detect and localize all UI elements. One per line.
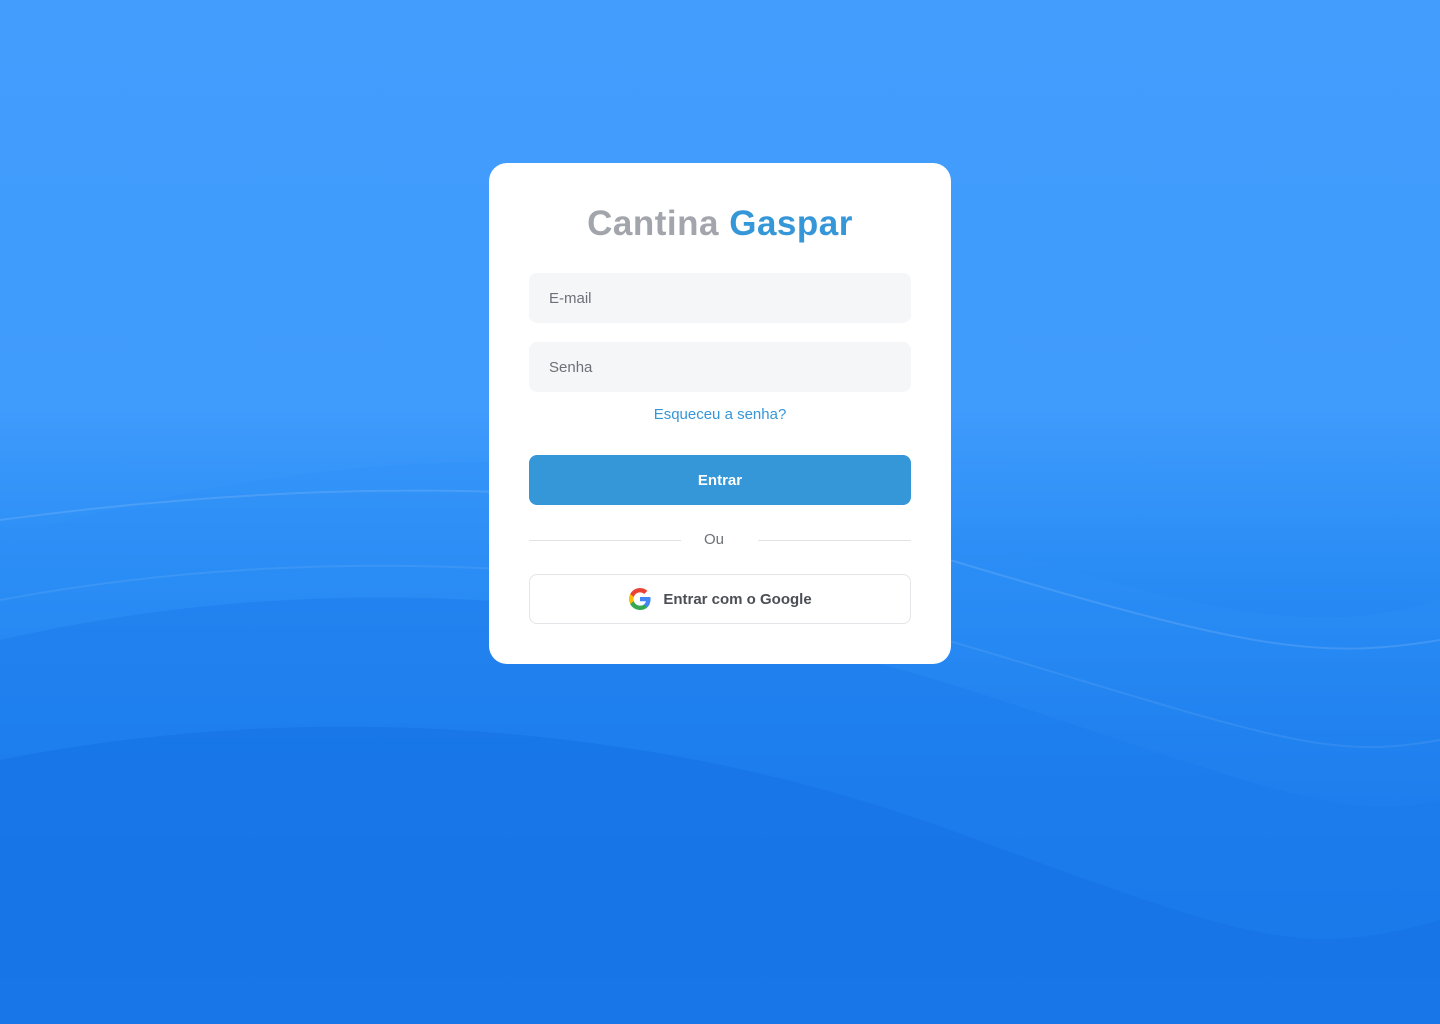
- google-icon: [628, 587, 652, 611]
- login-button[interactable]: Entrar: [529, 455, 911, 505]
- login-card: Cantina Gaspar Esqueceu a senha? Entrar …: [489, 163, 951, 664]
- divider-line-right: [758, 540, 911, 541]
- email-input[interactable]: [529, 273, 911, 323]
- password-input[interactable]: [529, 342, 911, 392]
- divider-label: Ou: [703, 531, 724, 548]
- forgot-password-link[interactable]: Esqueceu a senha?: [489, 406, 951, 423]
- or-divider: Ou: [529, 530, 911, 550]
- app-title-first: Cantina: [587, 204, 719, 243]
- app-title-second: Gaspar: [729, 204, 853, 243]
- google-login-label: Entrar com o Google: [663, 590, 812, 608]
- app-title: Cantina Gaspar: [489, 203, 951, 245]
- google-login-button[interactable]: Entrar com o Google: [529, 574, 911, 624]
- divider-line-left: [529, 540, 681, 541]
